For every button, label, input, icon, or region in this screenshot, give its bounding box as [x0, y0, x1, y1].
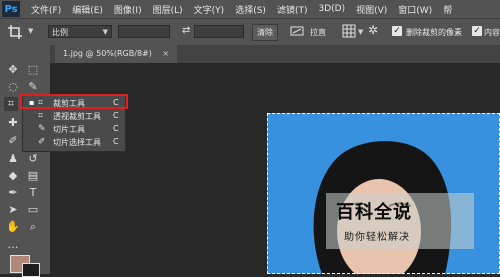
- width-field[interactable]: [118, 25, 170, 38]
- gradient-tool-icon[interactable]: ▤: [26, 169, 40, 183]
- flyout-item-slice-select[interactable]: ✐ 切片选择工具 C: [23, 136, 125, 149]
- grid-overlay-icon[interactable]: [342, 24, 356, 38]
- zoom-tool-icon[interactable]: ⌕: [26, 220, 40, 234]
- eraser-tool-icon[interactable]: ◆: [6, 169, 20, 183]
- menu-layer[interactable]: 图层(L): [153, 3, 183, 16]
- menu-3d[interactable]: 3D(D): [318, 4, 345, 14]
- perspective-crop-icon: ⌗: [38, 111, 44, 121]
- quick-select-tool-icon[interactable]: ✎: [26, 80, 40, 94]
- delete-cropped-checkbox[interactable]: ✓: [392, 26, 402, 36]
- flyout-shortcut: C: [113, 124, 119, 133]
- watermark: 百科全说 助你轻松解决: [326, 193, 474, 249]
- move-tool-icon[interactable]: ✥: [6, 63, 20, 77]
- tool-preset-chevron-icon[interactable]: ▼: [28, 27, 33, 35]
- flyout-label: 切片选择工具: [53, 138, 101, 147]
- document-tab-title: 1.jpg @ 50%(RGB/8#): [63, 49, 152, 58]
- marquee-tool-icon[interactable]: ⬚: [26, 63, 40, 77]
- delete-cropped-label: 删除裁剪的像素: [406, 28, 462, 37]
- hand-tool-icon[interactable]: ✋: [6, 220, 20, 234]
- close-icon[interactable]: ×: [162, 49, 169, 58]
- history-brush-icon[interactable]: ↺: [26, 152, 40, 166]
- flyout-item-perspective-crop[interactable]: ⌗ 透视裁剪工具 C: [23, 110, 125, 123]
- type-tool-icon[interactable]: T: [26, 186, 40, 200]
- document-tab[interactable]: 1.jpg @ 50%(RGB/8#) ×: [55, 45, 178, 63]
- menu-type[interactable]: 文字(Y): [194, 3, 225, 16]
- menu-filter[interactable]: 滤镜(T): [277, 3, 308, 16]
- menu-help[interactable]: 帮: [443, 3, 452, 16]
- menu-select[interactable]: 选择(S): [235, 3, 266, 16]
- photoshop-logo: Ps: [2, 1, 20, 17]
- gear-icon[interactable]: ✲: [368, 23, 378, 37]
- pen-tool-icon[interactable]: ✒: [6, 186, 20, 200]
- ratio-select[interactable]: 比例 ▼: [48, 25, 112, 38]
- document-tabs: 1.jpg @ 50%(RGB/8#) ×: [50, 45, 500, 63]
- watermark-title: 百科全说: [336, 202, 412, 223]
- slice-select-icon: ✐: [38, 137, 46, 147]
- watermark-subtitle: 助你轻松解决: [344, 232, 410, 243]
- menu-bar: Ps 文件(F) 编辑(E) 图像(I) 图层(L) 文字(Y) 选择(S) 滤…: [0, 0, 500, 18]
- highlight-box: [20, 94, 128, 109]
- ratio-select-value: 比例: [52, 28, 68, 37]
- flyout-label: 切片工具: [53, 125, 85, 134]
- menu-edit[interactable]: 编辑(E): [72, 3, 103, 16]
- chevron-down-icon: ▼: [102, 28, 108, 36]
- swap-icon[interactable]: ⇄: [182, 25, 190, 36]
- grid-chevron-icon[interactable]: ▼: [358, 28, 363, 36]
- stamp-tool-icon[interactable]: ♟: [6, 152, 20, 166]
- flyout-shortcut: C: [113, 111, 119, 120]
- menu-image[interactable]: 图像(I): [114, 3, 142, 16]
- menu-window[interactable]: 窗口(W): [398, 3, 432, 16]
- straighten-label: 拉直: [310, 28, 326, 37]
- slice-icon: ✎: [38, 124, 46, 134]
- flyout-label: 透视裁剪工具: [53, 112, 101, 121]
- straighten-icon[interactable]: [290, 25, 304, 37]
- rectangle-tool-icon[interactable]: ▭: [26, 203, 40, 217]
- options-bar: ▼ 比例 ▼ ⇄ 清除 拉直 ▼ ✲ ✓ 删除裁剪的像素 ✓ 内容: [0, 18, 500, 46]
- more-tools-icon[interactable]: …: [6, 238, 20, 252]
- height-field[interactable]: [194, 25, 244, 38]
- path-select-icon[interactable]: ➤: [6, 203, 20, 217]
- crop-icon[interactable]: [8, 25, 22, 39]
- crop-tool-icon[interactable]: ⌗: [4, 97, 18, 111]
- background-color-swatch[interactable]: [22, 263, 40, 277]
- clear-button[interactable]: 清除: [252, 24, 278, 41]
- flyout-shortcut: C: [113, 137, 119, 146]
- lasso-tool-icon[interactable]: ◌: [6, 80, 20, 94]
- flyout-item-slice[interactable]: ✎ 切片工具 C: [23, 123, 125, 136]
- menu-file[interactable]: 文件(F): [31, 3, 61, 16]
- tools-panel: ✥ ⬚ ◌ ✎ ⌗ ✚ ✐ ♟ ↺ ◆ ▤ ✒ T ➤ ▭ ✋ ⌕ …: [0, 45, 50, 274]
- healing-brush-icon[interactable]: ✚: [6, 116, 20, 130]
- menu-view[interactable]: 视图(V): [356, 3, 387, 16]
- content-aware-label: 内容: [484, 28, 500, 37]
- brush-tool-icon[interactable]: ✐: [6, 134, 20, 148]
- content-aware-checkbox[interactable]: ✓: [472, 26, 482, 36]
